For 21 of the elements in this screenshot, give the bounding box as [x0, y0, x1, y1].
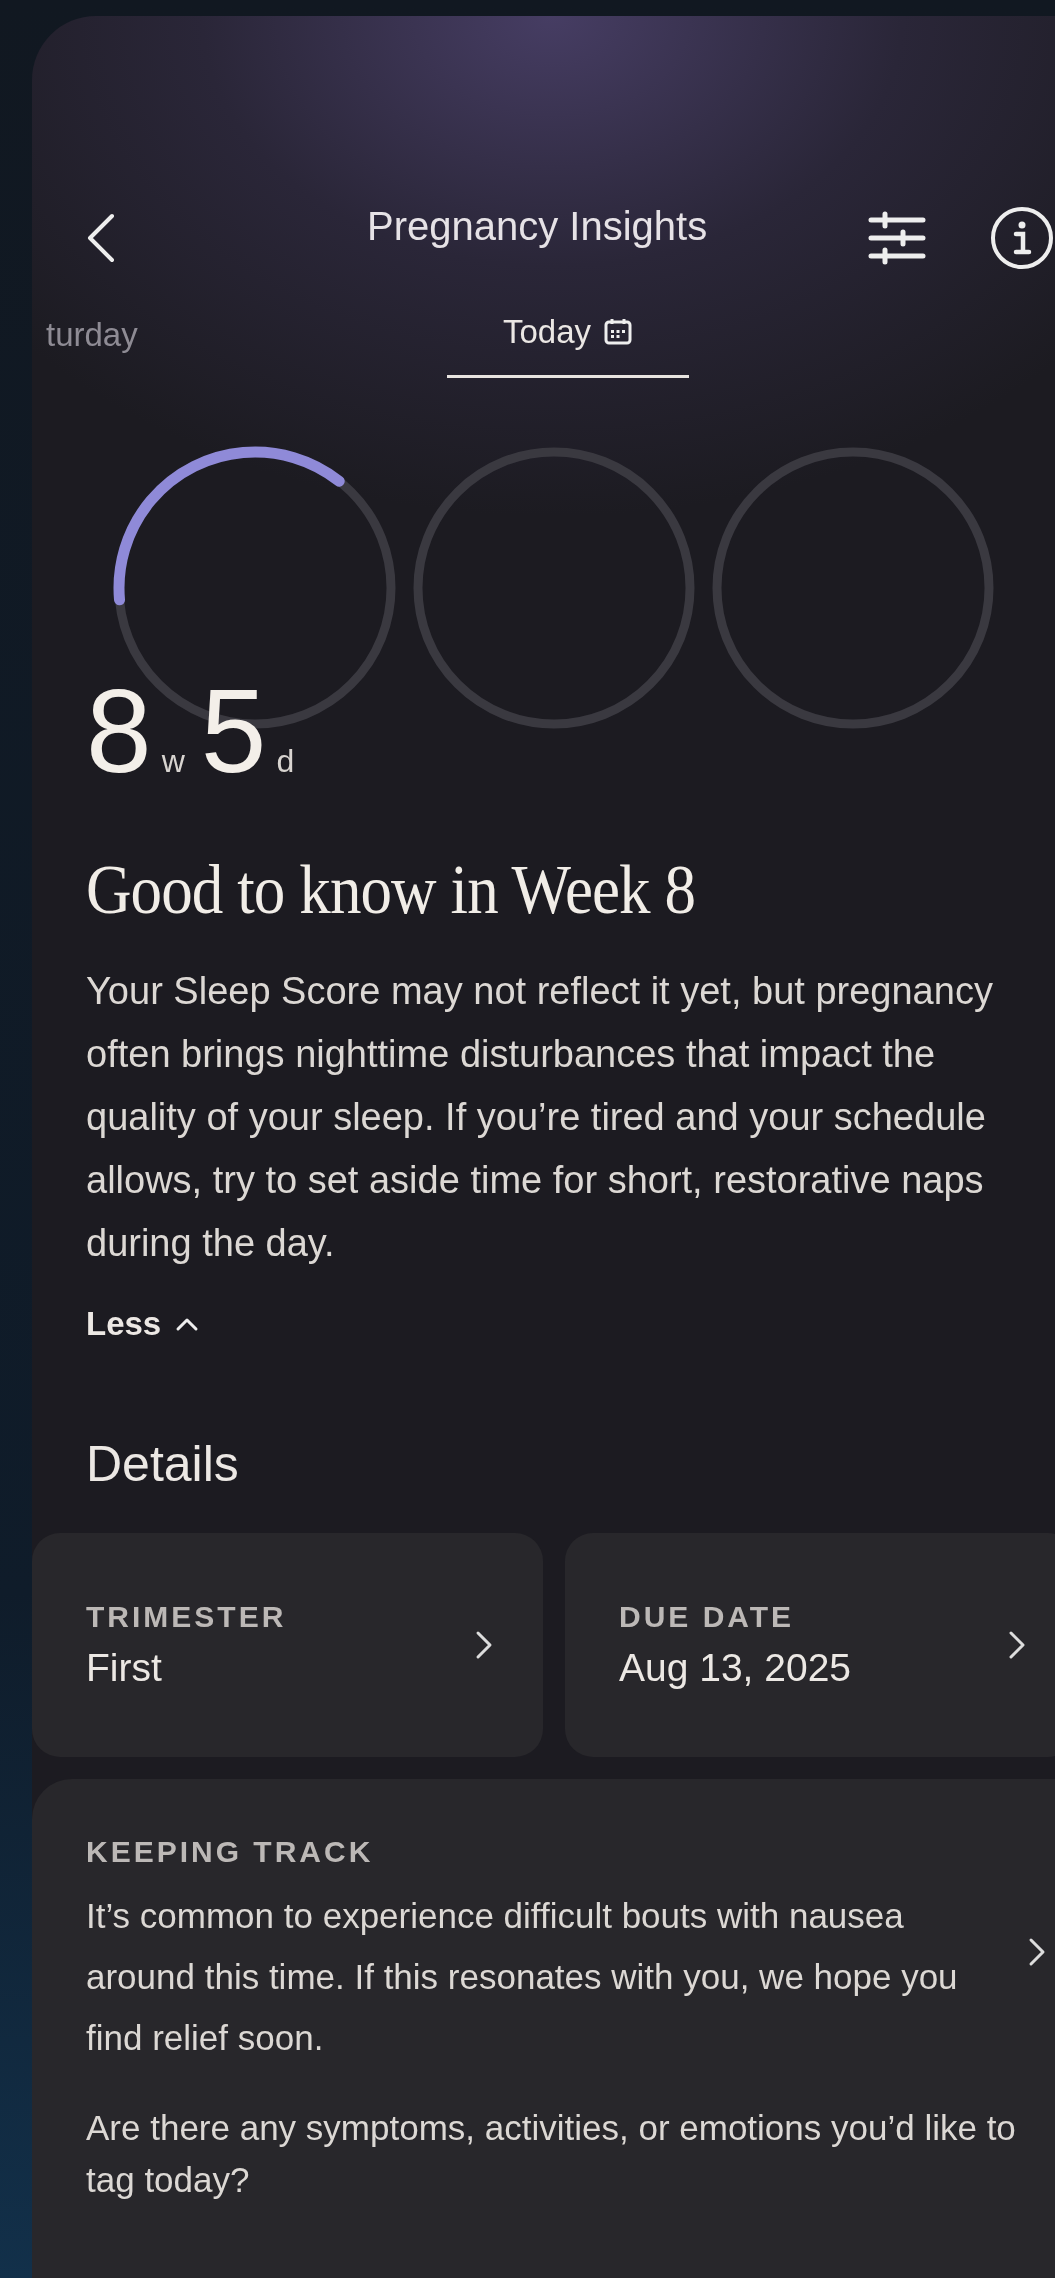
- insight-heading: Good to know in Week 8: [86, 850, 697, 930]
- less-toggle[interactable]: Less: [86, 1305, 200, 1343]
- card-question: Are there any symptoms, activities, or emotions you’d like to tag today?: [86, 2107, 1017, 2201]
- screen-title: Pregnancy Insights: [367, 204, 708, 249]
- day-tab[interactable]: turday: [46, 316, 166, 378]
- day-tab[interactable]: Today: [447, 313, 689, 378]
- section-title: Details: [86, 1435, 240, 1493]
- filter-button[interactable]: [867, 210, 927, 266]
- insight-text: Your Sleep Score may not reflect it yet, but pregnancy often brings nighttime disturbances that impact the quality of your sleep. If you’re tired and your schedule allows, try to set aside time for short, restorative naps during the day.: [86, 969, 994, 1266]
- keeping-track-card[interactable]: [32, 1779, 1055, 2278]
- chevron-icon: [175, 1316, 200, 1332]
- pregnancy-age: 8 w 5 d: [86, 672, 296, 790]
- chevron-icon: [1008, 1630, 1026, 1660]
- card-label: KEEPING TRACK: [86, 1835, 375, 1869]
- chevron-icon: [1028, 1936, 1046, 1967]
- chevron-icon: [475, 1630, 493, 1660]
- info-button[interactable]: [989, 205, 1055, 271]
- detail-card[interactable]: TRIMESTER First: [32, 1533, 543, 1757]
- card-text: It’s common to experience difficult bouts with nausea around this time. If this resonates with you, we hope you find relief soon.: [86, 1895, 959, 2059]
- calendar-icon: [603, 317, 634, 347]
- detail-card[interactable]: DUE DATE Aug 13, 2025: [565, 1533, 1055, 1757]
